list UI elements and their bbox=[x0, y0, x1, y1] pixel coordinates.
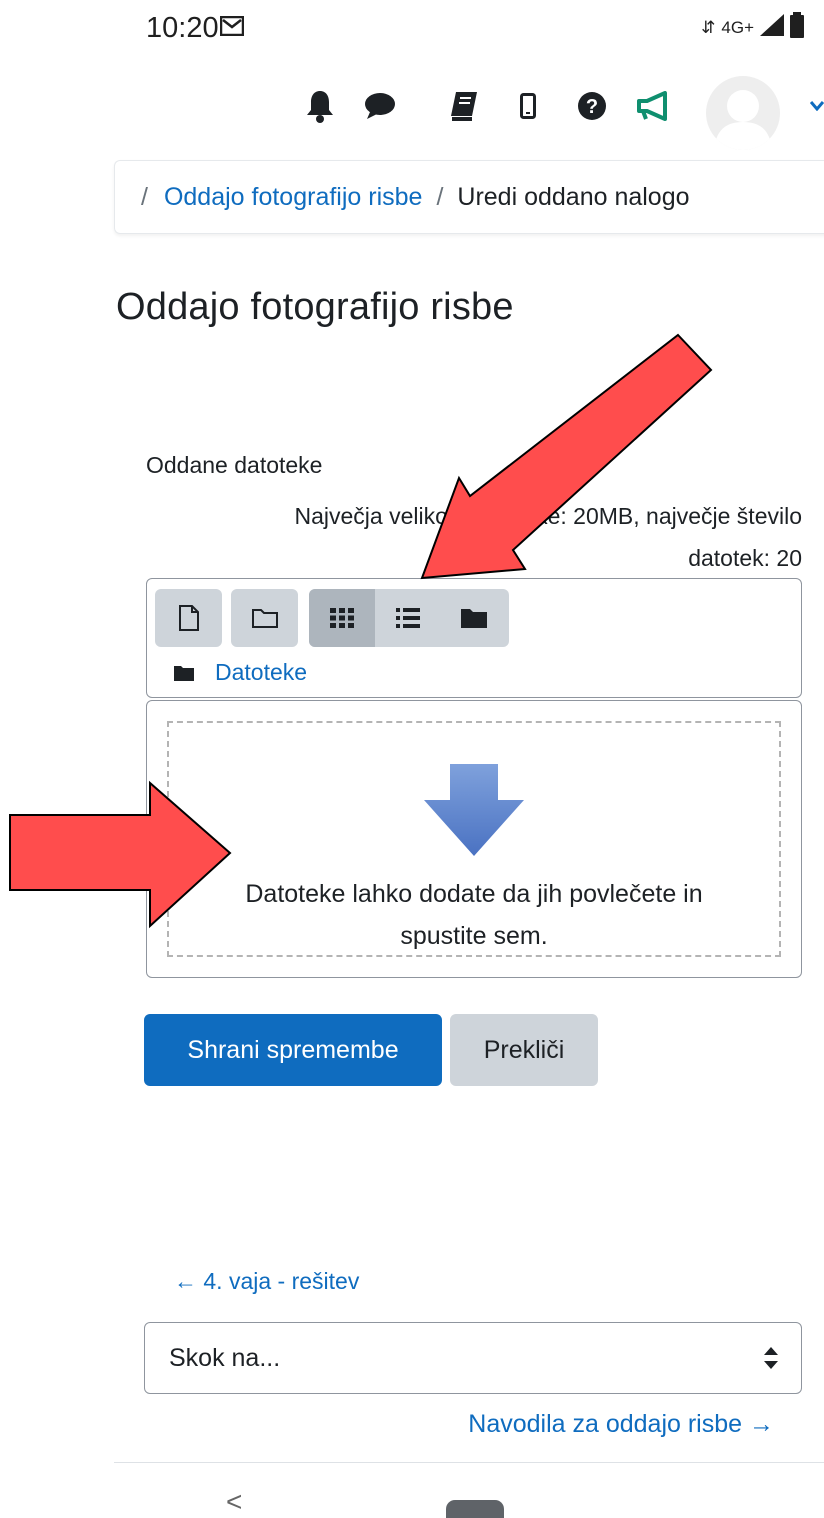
drop-arrow-icon bbox=[424, 764, 524, 861]
create-folder-button[interactable] bbox=[231, 589, 298, 647]
list-view-button[interactable] bbox=[375, 589, 441, 647]
signal-icon bbox=[760, 14, 784, 41]
avatar[interactable] bbox=[706, 76, 780, 150]
status-indicators: ⇵ 4G+ bbox=[701, 12, 804, 43]
mail-icon bbox=[219, 15, 245, 37]
page-title: Oddajo fotografijo risbe bbox=[116, 286, 514, 328]
create-folder-icon bbox=[251, 609, 278, 628]
cancel-button[interactable]: Prekliči bbox=[450, 1014, 598, 1086]
add-file-icon bbox=[178, 605, 199, 631]
select-arrows-icon bbox=[763, 1345, 779, 1378]
mobile-icon[interactable] bbox=[510, 88, 546, 124]
annotation-arrow-toolbar bbox=[420, 333, 713, 580]
network-type: 4G+ bbox=[721, 17, 754, 37]
breadcrumb-separator: / bbox=[436, 182, 444, 211]
grid-view-button[interactable] bbox=[309, 589, 375, 647]
folder-icon bbox=[461, 609, 487, 628]
annotation-arrow-dropzone bbox=[9, 780, 232, 929]
file-drop-zone[interactable]: Datoteke lahko dodate da jih povlečete i… bbox=[146, 700, 802, 978]
footer-divider bbox=[114, 1462, 824, 1463]
caret-down-icon[interactable] bbox=[809, 98, 824, 116]
top-navbar: ? bbox=[300, 76, 824, 150]
breadcrumb-current: Uredi oddano nalogo bbox=[457, 182, 690, 211]
list-view-icon bbox=[396, 608, 420, 628]
jump-to-select[interactable]: Skok na... bbox=[144, 1322, 802, 1394]
previous-activity-link[interactable]: ← 4. vaja - rešitev bbox=[174, 1268, 359, 1295]
breadcrumb-link-assignment[interactable]: Oddajo fotografijo risbe bbox=[164, 183, 422, 212]
filemanager-toolbar-area: Datoteke bbox=[146, 578, 802, 698]
view-switcher bbox=[309, 589, 509, 647]
path-folder-link[interactable]: Datoteke bbox=[215, 659, 307, 686]
folder-icon bbox=[174, 665, 194, 681]
breadcrumb: / Oddajo fotografijo risbe / Uredi oddan… bbox=[114, 160, 824, 234]
book-icon[interactable] bbox=[446, 88, 482, 124]
chat-icon[interactable] bbox=[362, 88, 398, 124]
drop-instructions: Datoteke lahko dodate da jih povlečete i… bbox=[245, 880, 703, 950]
next-activity-link[interactable]: Navodila za oddajo risbe → bbox=[468, 1410, 774, 1439]
grid-view-icon bbox=[330, 608, 354, 628]
add-file-button[interactable] bbox=[155, 589, 222, 647]
tree-view-button[interactable] bbox=[441, 589, 507, 647]
breadcrumb-separator: / bbox=[141, 182, 148, 211]
system-home-pill[interactable] bbox=[446, 1500, 504, 1518]
megaphone-icon[interactable] bbox=[634, 88, 670, 124]
data-arrows-icon: ⇵ bbox=[701, 17, 716, 37]
filemanager-path: Datoteke bbox=[173, 659, 307, 686]
battery-icon bbox=[790, 12, 804, 43]
system-back-icon[interactable]: < bbox=[226, 1486, 242, 1518]
help-icon[interactable]: ? bbox=[574, 88, 610, 124]
jump-to-value: Skok na... bbox=[169, 1343, 281, 1372]
files-label: Oddane datoteke bbox=[146, 452, 323, 478]
bell-icon[interactable] bbox=[302, 88, 338, 124]
svg-text:?: ? bbox=[586, 96, 598, 118]
save-changes-button[interactable]: Shrani spremembe bbox=[144, 1014, 442, 1086]
status-time: 10:20 bbox=[146, 12, 219, 44]
